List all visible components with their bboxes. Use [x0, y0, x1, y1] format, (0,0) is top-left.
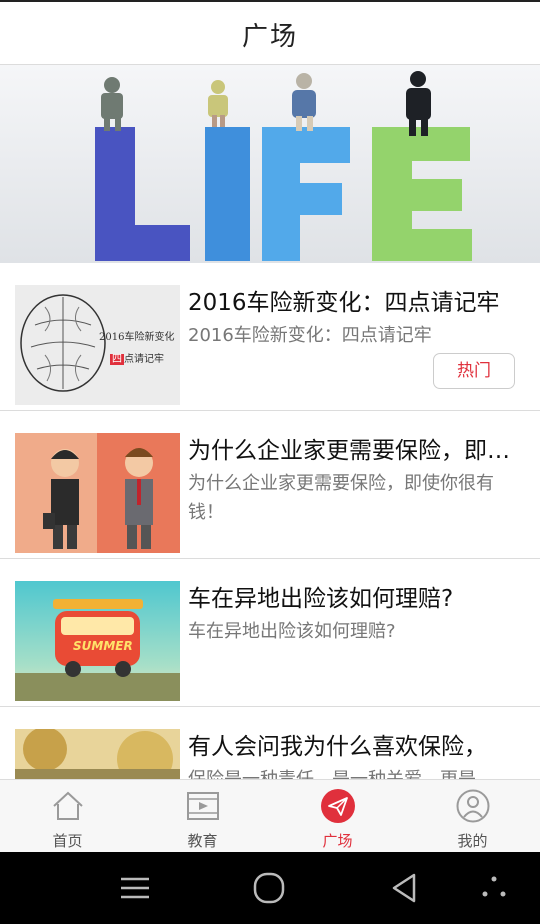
article-summary: 为什么企业家更需要保险，即使你很有钱！	[188, 473, 494, 523]
menu-icon[interactable]	[117, 870, 153, 906]
system-nav-bar	[0, 852, 540, 924]
article-thumbnail	[15, 729, 180, 779]
article-thumbnail: 2016车险新变化 四点请记牢	[15, 285, 180, 405]
article-thumbnail	[15, 433, 180, 553]
tab-mine[interactable]: 我的	[405, 780, 540, 853]
article-summary: 2016车险新变化：四点请记牢	[188, 325, 432, 346]
tab-label: 首页	[52, 832, 83, 850]
tab-label: 广场	[322, 832, 353, 850]
article-title[interactable]: 有人会问我为什么喜欢保险，	[188, 727, 520, 761]
bottom-tab-bar: 首页 教育 广场 我的	[0, 779, 540, 852]
app-header: 广场	[0, 0, 540, 65]
article-item[interactable]: 有人会问我为什么喜欢保险， 保险是一种责任，是一种关爱，更是	[0, 707, 540, 779]
article-summary: 保险是一种责任，是一种关爱，更是	[188, 765, 518, 779]
article-item[interactable]: 为什么企业家更需要保险，即使你很有钱！ 为什么企业家更需要保险，即使你很有钱！	[0, 411, 540, 559]
banner-image[interactable]	[0, 65, 540, 263]
article-thumbnail: SUMMER	[15, 581, 180, 701]
home-circle-icon[interactable]	[251, 870, 287, 906]
more-dots-icon[interactable]	[476, 870, 512, 906]
article-summary: 车在异地出险该如何理赔?	[188, 621, 396, 642]
article-item[interactable]: 2016车险新变化 四点请记牢 2016车险新变化：四点请记牢 2016车险新变…	[0, 263, 540, 411]
tab-label: 教育	[187, 832, 218, 850]
home-icon	[52, 791, 83, 820]
tab-education[interactable]: 教育	[135, 780, 270, 853]
hot-badge[interactable]: 热门	[433, 353, 515, 389]
article-item[interactable]: SUMMER 车在异地出险该如何理赔? 车在异地出险该如何理赔?	[0, 559, 540, 707]
thumbnail-highlight: 四	[110, 354, 124, 365]
article-title[interactable]: 车在异地出险该如何理赔?	[188, 579, 520, 613]
thumbnail-caption: SUMMER	[73, 639, 133, 653]
thumbnail-caption: 2016车险新变化	[99, 332, 175, 343]
send-icon	[320, 789, 355, 823]
thumbnail-caption-tail: 点请记牢	[124, 354, 164, 365]
user-icon	[456, 789, 489, 823]
article-feed[interactable]: 2016车险新变化 四点请记牢 2016车险新变化：四点请记牢 2016车险新变…	[0, 263, 540, 779]
tab-home[interactable]: 首页	[0, 780, 135, 853]
page-title: 广场	[241, 22, 298, 52]
article-title[interactable]: 为什么企业家更需要保险，即使你很有钱！	[188, 431, 520, 465]
back-icon[interactable]	[386, 870, 422, 906]
thumbnail-subcaption: 四点请记牢	[110, 347, 164, 366]
tab-label: 我的	[457, 832, 488, 850]
article-title[interactable]: 2016车险新变化：四点请记牢	[188, 283, 520, 317]
video-icon	[186, 792, 219, 820]
tab-square[interactable]: 广场	[270, 780, 405, 853]
